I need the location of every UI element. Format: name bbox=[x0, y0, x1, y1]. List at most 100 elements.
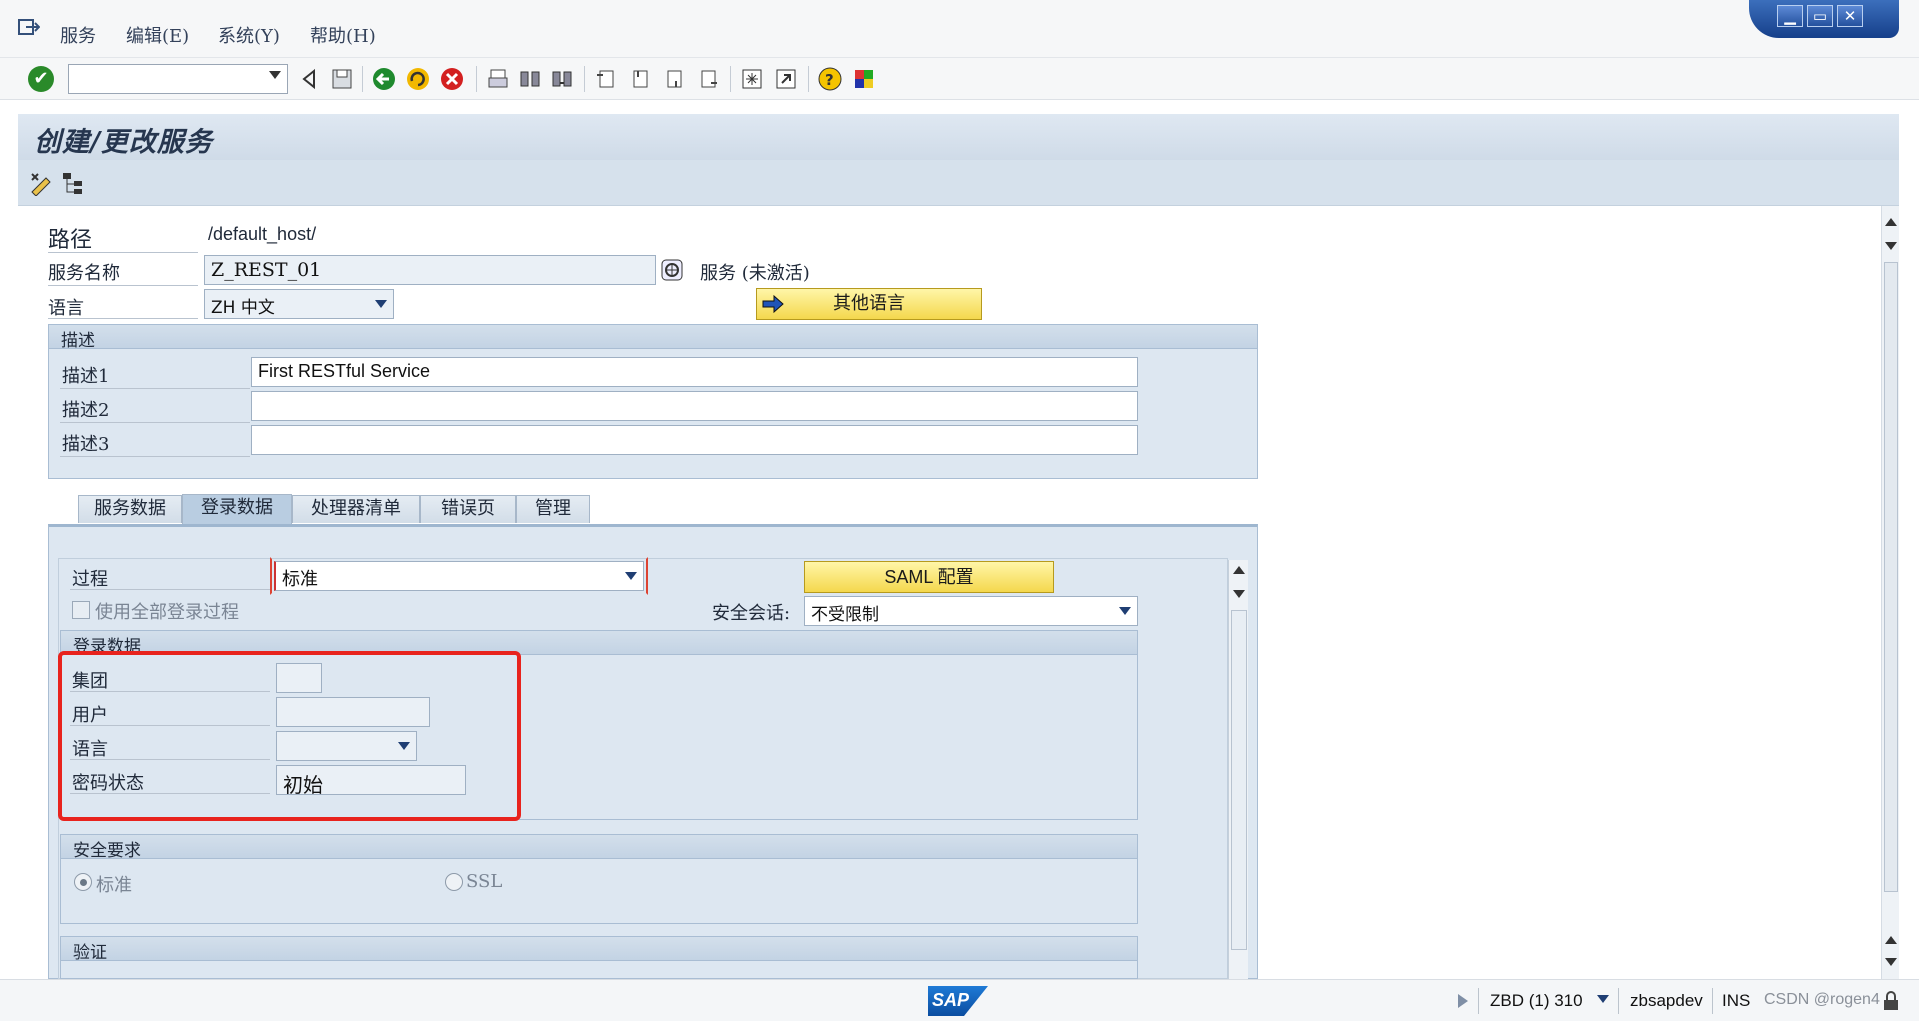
highlight-box bbox=[58, 651, 521, 821]
back-nav-icon[interactable] bbox=[298, 67, 322, 91]
description1-label: 描述1 bbox=[62, 366, 110, 387]
use-all-logon-label: 使用全部登录过程 bbox=[95, 602, 239, 623]
ssl-option-label: SSL bbox=[466, 871, 503, 892]
find-icon[interactable] bbox=[518, 67, 542, 91]
command-field[interactable] bbox=[68, 64, 288, 94]
help-icon[interactable]: ? bbox=[818, 67, 842, 91]
other-languages-button[interactable]: 其他语言 bbox=[756, 288, 982, 320]
svg-text:?: ? bbox=[825, 71, 834, 89]
scroll-thumb[interactable] bbox=[1231, 610, 1247, 950]
exit-icon[interactable] bbox=[406, 67, 430, 91]
find-next-icon[interactable] bbox=[550, 67, 574, 91]
next-page-icon[interactable] bbox=[662, 67, 686, 91]
scroll-down-icon[interactable] bbox=[1885, 958, 1897, 966]
menu-item-help[interactable]: 帮助(H) bbox=[310, 22, 376, 48]
watermark: CSDN @rogen4 bbox=[1764, 991, 1880, 1008]
menu-item-edit[interactable]: 编辑(E) bbox=[126, 22, 189, 48]
previous-page-icon[interactable] bbox=[628, 67, 652, 91]
main-scrollbar[interactable] bbox=[1881, 206, 1899, 979]
use-all-logon-checkbox[interactable] bbox=[72, 601, 90, 619]
menu-item-service[interactable]: 服务 bbox=[60, 22, 96, 48]
language-value: ZH 中文 bbox=[211, 298, 275, 318]
language-label: 语言 bbox=[48, 298, 84, 319]
standard-toolbar: ✔ ? bbox=[0, 58, 1919, 100]
menu-bar: 服务 编辑(E) 系统(Y) 帮助(H) ▁ ▭ ✕ bbox=[0, 0, 1919, 58]
language-dropdown[interactable]: ZH 中文 bbox=[204, 289, 394, 319]
secure-session-value: 不受限制 bbox=[811, 605, 879, 625]
tab-error-pages[interactable]: 错误页 bbox=[420, 495, 516, 523]
status-bar: SAP ZBD (1) 310 zbsapdev INS CSDN @rogen… bbox=[0, 979, 1919, 1021]
procedure-label: 过程 bbox=[72, 569, 108, 590]
tab-scrollbar[interactable] bbox=[1228, 560, 1248, 979]
scroll-down-icon[interactable] bbox=[1233, 590, 1245, 598]
sap-logo: SAP bbox=[928, 986, 988, 1016]
display-change-icon[interactable] bbox=[28, 170, 54, 196]
required-field-marker bbox=[270, 557, 648, 595]
first-page-icon[interactable] bbox=[594, 67, 618, 91]
security-group-title: 安全要求 bbox=[73, 841, 141, 861]
system-info: ZBD (1) 310 bbox=[1490, 991, 1583, 1010]
tab-service-data[interactable]: 服务数据 bbox=[78, 495, 182, 523]
path-label: 路径 bbox=[48, 228, 93, 253]
scroll-thumb[interactable] bbox=[1884, 262, 1898, 892]
scroll-up-icon[interactable] bbox=[1233, 566, 1245, 574]
auth-group: 验证 bbox=[60, 936, 1138, 979]
secure-session-label: 安全会话: bbox=[712, 603, 791, 624]
description3-field[interactable] bbox=[251, 425, 1138, 455]
new-session-icon[interactable] bbox=[740, 67, 764, 91]
description3-label: 描述3 bbox=[62, 434, 110, 455]
last-page-icon[interactable] bbox=[696, 67, 720, 91]
scroll-up-icon[interactable] bbox=[1885, 936, 1897, 944]
service-status-text: 服务 (未激活) bbox=[700, 263, 810, 284]
description-group-title: 描述 bbox=[61, 331, 95, 351]
chevron-down-icon bbox=[375, 300, 387, 308]
service-name-field[interactable]: Z_REST_01 bbox=[204, 255, 656, 285]
description1-field[interactable]: First RESTful Service bbox=[251, 357, 1138, 387]
tab-login-data[interactable]: 登录数据 bbox=[182, 494, 292, 524]
shortcut-icon[interactable] bbox=[774, 67, 798, 91]
scroll-up-icon[interactable] bbox=[1885, 218, 1897, 226]
service-status-icon bbox=[661, 259, 683, 281]
title-panel: 创建/更改服务 bbox=[18, 114, 1899, 160]
tab-administration[interactable]: 管理 bbox=[516, 495, 590, 523]
menu-item-system[interactable]: 系统(Y) bbox=[218, 22, 280, 48]
secure-session-dropdown[interactable]: 不受限制 bbox=[804, 596, 1138, 626]
server-name: zbsapdev bbox=[1630, 991, 1703, 1010]
standard-option-label: 标准 bbox=[96, 875, 132, 896]
standard-radio[interactable] bbox=[74, 873, 92, 891]
restore-button[interactable]: ▭ bbox=[1807, 5, 1833, 27]
print-icon[interactable] bbox=[486, 67, 510, 91]
status-toggle-icon[interactable] bbox=[1456, 992, 1470, 1010]
save-icon[interactable] bbox=[330, 67, 354, 91]
window-controls: ▁ ▭ ✕ bbox=[1749, 0, 1899, 38]
minimize-button[interactable]: ▁ bbox=[1777, 5, 1803, 27]
description2-label: 描述2 bbox=[62, 400, 110, 421]
service-name-label: 服务名称 bbox=[48, 263, 120, 284]
page-title: 创建/更改服务 bbox=[34, 127, 213, 158]
enter-button[interactable]: ✔ bbox=[28, 66, 54, 92]
security-group: 安全要求 bbox=[60, 834, 1138, 924]
service-name-value: Z_REST_01 bbox=[211, 259, 322, 281]
arrow-right-icon bbox=[762, 294, 784, 314]
hierarchy-icon[interactable] bbox=[60, 170, 86, 196]
auth-group-title: 验证 bbox=[73, 943, 107, 963]
saml-config-button[interactable]: SAML 配置 bbox=[804, 561, 1054, 593]
chevron-down-icon bbox=[1119, 607, 1131, 615]
back-icon[interactable] bbox=[372, 67, 396, 91]
menu-exit-icon[interactable] bbox=[18, 18, 40, 36]
other-languages-label: 其他语言 bbox=[833, 293, 905, 314]
ssl-radio[interactable] bbox=[445, 873, 463, 891]
close-button[interactable]: ✕ bbox=[1837, 5, 1863, 27]
path-value: /default_host/ bbox=[208, 224, 317, 244]
command-dropdown-icon[interactable] bbox=[269, 71, 281, 79]
lock-icon bbox=[1884, 991, 1898, 1010]
description1-value: First RESTful Service bbox=[258, 361, 431, 381]
chevron-down-icon[interactable] bbox=[1596, 994, 1610, 1004]
description2-field[interactable] bbox=[251, 391, 1138, 421]
tab-handler-list[interactable]: 处理器清单 bbox=[292, 495, 420, 523]
cancel-icon[interactable] bbox=[440, 67, 464, 91]
application-toolbar bbox=[18, 160, 1899, 206]
customize-layout-icon[interactable] bbox=[852, 67, 876, 91]
scroll-down-icon[interactable] bbox=[1885, 242, 1897, 250]
insert-mode: INS bbox=[1722, 991, 1751, 1010]
